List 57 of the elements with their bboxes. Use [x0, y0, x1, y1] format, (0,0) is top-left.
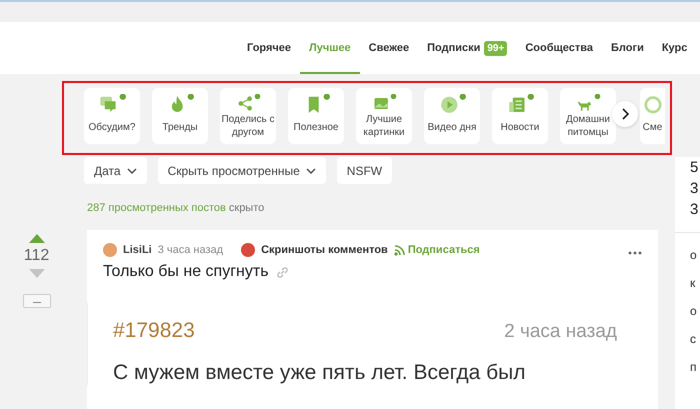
chevron-right-icon [622, 108, 628, 120]
sidebar-number: 3 [690, 179, 700, 199]
filter-dropdown[interactable]: Дата [84, 157, 147, 184]
category-card[interactable]: Поделись с другом [220, 88, 276, 144]
sidebar-number: 3 [690, 200, 700, 220]
category-card[interactable]: Сме [640, 88, 665, 144]
sidebar-text: с [690, 331, 697, 348]
nav-tab[interactable]: Блоги [602, 24, 653, 74]
community-avatar [241, 243, 256, 257]
hidden-text: скрыто [228, 202, 264, 214]
quote-text: С мужем вместе уже пять лет. Всегда был [113, 361, 527, 385]
post-title[interactable]: Только бы не спугнуть [103, 263, 269, 281]
sidebar-text: к [690, 275, 696, 292]
quote-number: #179823 [113, 319, 195, 343]
category-card[interactable]: Лучшие картинки [356, 88, 412, 144]
category-label: Обсудим? [88, 120, 136, 134]
nav-tab[interactable]: Сообщества [516, 24, 602, 74]
category-label: Домашни питомцы [566, 113, 610, 139]
sidebar-number: 5 [690, 158, 700, 178]
downvote-icon[interactable] [28, 269, 44, 278]
category-card[interactable]: Тренды [152, 88, 208, 144]
category-label: Тренды [162, 120, 198, 134]
sidebar-text: п [690, 359, 698, 376]
collapse-button[interactable] [22, 294, 50, 308]
post-time: 3 часа назад [158, 244, 224, 256]
filter-button[interactable]: NSFW [336, 157, 392, 184]
upvote-icon[interactable] [28, 234, 44, 243]
community-name[interactable]: Скриншоты комментов [261, 244, 388, 256]
chevron-down-icon [126, 168, 137, 174]
author-name[interactable]: LisiLi [123, 244, 152, 256]
chevron-down-icon [306, 168, 316, 174]
category-card[interactable]: Домашни питомцы [560, 88, 616, 144]
category-card[interactable]: Полезное [288, 88, 344, 144]
minus-icon [32, 302, 40, 304]
category-label: Поделись с другом [221, 113, 274, 139]
vote-count: 112 [24, 247, 50, 265]
nav-tab[interactable]: Свежее [360, 24, 418, 74]
rss-icon [394, 244, 405, 256]
sidebar-text: о [690, 303, 698, 320]
nav-tab[interactable]: Горячее [247, 24, 300, 74]
count-badge: 99+ [484, 40, 508, 56]
category-label: Новости [500, 120, 540, 134]
category-card[interactable]: Новости [492, 88, 548, 144]
sidebar-text: о [690, 247, 698, 264]
nav-tab[interactable]: Подписки 99+ [418, 24, 516, 74]
category-label: Полезное [294, 120, 338, 134]
category-label: Видео дня [428, 120, 476, 134]
category-card[interactable]: Видео дня [424, 88, 480, 144]
category-card[interactable]: Обсудим? [84, 88, 140, 144]
next-arrow-button[interactable] [612, 101, 638, 127]
quote-time: 2 часа назад [504, 321, 617, 343]
category-label: Лучшие картинки [363, 113, 405, 139]
avatar [103, 243, 117, 257]
filter-dropdown[interactable]: Скрыть просмотренные [158, 157, 326, 184]
link-icon[interactable] [276, 266, 288, 278]
nav-tab[interactable]: Курс [652, 24, 696, 74]
category-label: Сме [642, 120, 662, 134]
